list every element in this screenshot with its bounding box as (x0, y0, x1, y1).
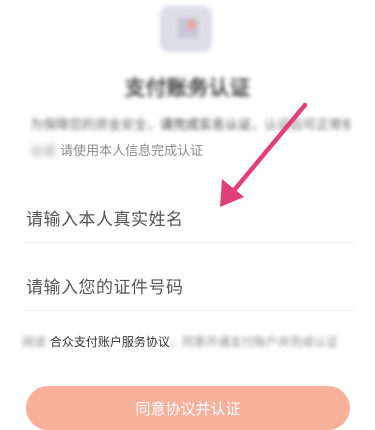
agreement-prefix: 阅读 (22, 335, 47, 349)
id-number-field[interactable] (24, 266, 354, 311)
description-line-2-text: 请使用本人信息完成认证 (60, 144, 204, 159)
submit-button[interactable]: 同意协议并认证 (26, 386, 350, 430)
description-line-2-blurred: 认证 (30, 144, 57, 159)
page-title: 支付账务认证 (124, 76, 251, 100)
description-line-1: 为保障您的资金安全，请完成实名认证，认证后可正常使用 (30, 114, 350, 133)
description-suffix: ，认证后可正常使用 (251, 118, 350, 133)
agreement-text: 阅读 合众支付账户服务协议，同意开通支付账户并完成认证 (22, 333, 362, 350)
agreement-suffix: ，同意开通支付账户并完成认证 (169, 335, 338, 349)
real-name-input[interactable] (24, 209, 354, 231)
description-line-2: 认证 请使用本人信息完成认证 (30, 140, 203, 159)
app-logo (160, 6, 212, 52)
real-name-field[interactable] (24, 198, 354, 243)
description-emphasis: 请完成实名认证 (160, 118, 252, 133)
description-prefix: 为保障您的资金安全， (30, 118, 161, 133)
logo-badge-icon (186, 20, 196, 30)
agreement-link[interactable]: 合众支付账户服务协议 (50, 335, 170, 349)
id-number-input[interactable] (24, 277, 354, 299)
